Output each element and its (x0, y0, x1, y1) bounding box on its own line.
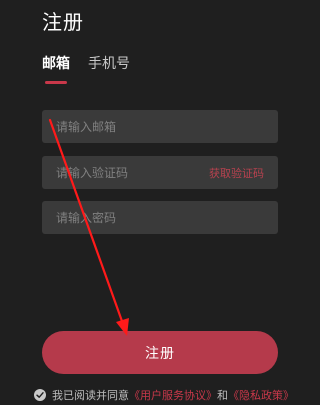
email-input[interactable] (56, 119, 264, 134)
register-button[interactable]: 注册 (42, 331, 278, 374)
get-code-button[interactable]: 获取验证码 (209, 165, 264, 181)
agreement-conjunction: 和 (217, 389, 228, 402)
verification-code-input[interactable] (56, 165, 209, 180)
agreement-row: 我已阅读并同意 《用户服务协议》 和 《隐私政策》 (34, 387, 294, 403)
privacy-policy-link[interactable]: 《隐私政策》 (228, 387, 294, 403)
password-field[interactable] (42, 201, 278, 234)
register-tabs: 邮箱 手机号 (42, 54, 130, 84)
page-title: 注册 (42, 10, 84, 34)
email-field[interactable] (42, 110, 278, 143)
tab-email[interactable]: 邮箱 (42, 54, 70, 84)
user-agreement-link[interactable]: 《用户服务协议》 (129, 387, 217, 403)
check-icon (36, 392, 44, 398)
verification-code-field[interactable]: 获取验证码 (42, 156, 278, 189)
agreement-checkbox[interactable] (34, 389, 46, 401)
agreement-prefix: 我已阅读并同意 (52, 389, 129, 402)
tab-phone[interactable]: 手机号 (88, 54, 130, 74)
password-input[interactable] (56, 210, 264, 225)
